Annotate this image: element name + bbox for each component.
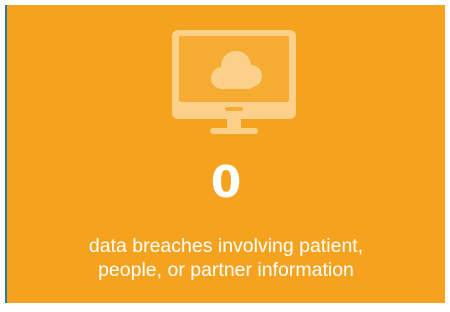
caption-line-1: data breaches involving patient, (88, 235, 364, 257)
cloud-monitor-icon (172, 30, 296, 134)
stat-number: 0 (210, 157, 242, 208)
stat-caption: data breaches involving patient, people,… (7, 234, 445, 282)
stat-card: 0 data breaches involving patient, peopl… (5, 5, 445, 303)
caption-line-2: people, or partner information (98, 259, 354, 281)
